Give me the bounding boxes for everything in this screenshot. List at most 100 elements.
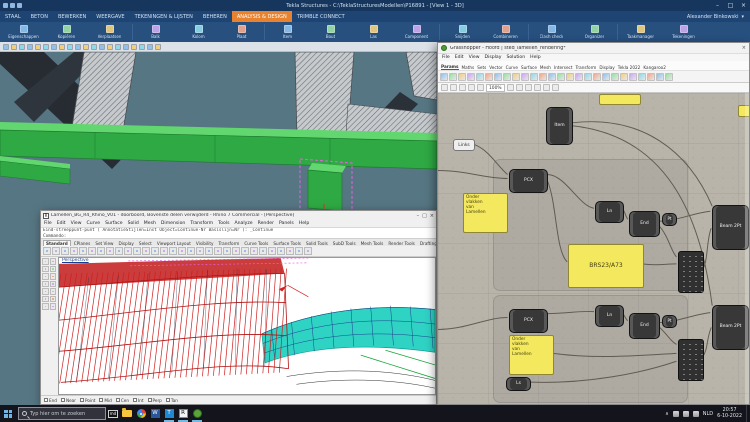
rhino-tool-icon[interactable]	[142, 247, 150, 255]
rhino-tool-icon[interactable]	[286, 247, 294, 255]
ribbon-button-tekeningen[interactable]: Tekeningen	[662, 23, 705, 41]
rhino-side-tool-icon[interactable]	[42, 258, 49, 265]
menu-solid[interactable]: Solid	[128, 221, 139, 226]
rhino-side-tool-icon[interactable]	[42, 273, 49, 280]
rhino-command-area[interactable]: Eind-streeppunt-punt ( AnnotatieStijlen=…	[41, 227, 436, 239]
snap-tool-icon[interactable]	[155, 43, 161, 50]
volume-icon[interactable]	[692, 410, 699, 417]
menu-curve[interactable]: Curve	[87, 221, 101, 226]
canvas-tool-icon[interactable]	[524, 84, 532, 91]
component-icon[interactable]	[467, 72, 475, 81]
rhino-tool-icon[interactable]	[268, 247, 276, 255]
component-icon[interactable]	[440, 72, 448, 81]
osnap-perp[interactable]: Perp	[147, 398, 162, 403]
snap-tool-icon[interactable]	[27, 43, 33, 50]
snap-tool-icon[interactable]	[99, 43, 105, 50]
snap-tool-icon[interactable]	[107, 43, 113, 50]
snap-tool-icon[interactable]	[51, 43, 57, 50]
rhino-tool-icon[interactable]	[79, 247, 87, 255]
rhino-side-tool-icon[interactable]	[42, 280, 49, 287]
redo-icon[interactable]	[17, 3, 22, 8]
grasshopper-canvas[interactable]: Links Item PCX Onder vlakken van Lamelle…	[438, 93, 749, 404]
component-icon[interactable]	[557, 72, 565, 81]
menu-help[interactable]: Help	[530, 55, 540, 60]
panel-brs[interactable]: BRS23/A73	[568, 244, 644, 288]
tekla-tab-beheren[interactable]: BEHEREN	[198, 11, 232, 22]
ribbon-button-item[interactable]: Item	[266, 23, 309, 41]
snap-tool-icon[interactable]	[123, 43, 129, 50]
component-icon[interactable]	[512, 72, 520, 81]
panel-node[interactable]	[599, 94, 641, 105]
onedrive-icon[interactable]	[672, 410, 679, 417]
ribbon-button-organizer[interactable]: Organizer	[573, 23, 616, 41]
component-icon[interactable]	[449, 72, 457, 81]
component-icon[interactable]	[575, 72, 583, 81]
snap-tool-icon[interactable]	[35, 43, 41, 50]
rhino-tool-icon[interactable]	[88, 247, 96, 255]
rhino-perspective-viewport[interactable]: Perspective	[58, 257, 436, 395]
minimize-button[interactable]: –	[417, 213, 420, 219]
tekla-tab-bewerken[interactable]: BEWERKEN	[53, 11, 91, 22]
tekla-tab-analysis-design[interactable]: ANALYSIS & DESIGN	[231, 11, 292, 22]
menu-display[interactable]: Display	[485, 55, 502, 60]
snap-tool-icon[interactable]	[83, 43, 89, 50]
component-icon[interactable]	[476, 72, 484, 81]
menu-file[interactable]: File	[442, 55, 450, 60]
menu-edit[interactable]: Edit	[57, 221, 66, 226]
start-button[interactable]	[0, 405, 16, 422]
rhino-tool-icon[interactable]	[169, 247, 177, 255]
canvas-tool-icon[interactable]	[542, 84, 550, 91]
rhino-tool-icon[interactable]	[304, 247, 312, 255]
ribbon-button-taakmanager[interactable]: Taakmanager	[619, 23, 662, 41]
menu-help[interactable]: Help	[299, 221, 309, 226]
menu-solution[interactable]: Solution	[506, 55, 525, 60]
ln-node[interactable]: Ln	[595, 305, 624, 327]
taskbar-icon-md[interactable]: md	[106, 405, 120, 422]
rhino-tool-icon[interactable]	[205, 247, 213, 255]
component-icon[interactable]	[494, 72, 502, 81]
component-icon[interactable]	[620, 72, 628, 81]
rhino-side-tool-icon[interactable]	[42, 295, 49, 302]
rhino-tool-icon[interactable]	[178, 247, 186, 255]
rhino-tool-icon[interactable]	[151, 247, 159, 255]
component-icon[interactable]	[602, 72, 610, 81]
component-icon[interactable]	[638, 72, 646, 81]
zoom-level[interactable]: 100%	[486, 83, 505, 92]
ribbon-button-snijden[interactable]: Snijden	[441, 23, 484, 41]
snap-tool-icon[interactable]	[43, 43, 49, 50]
rhino-side-tool-icon[interactable]	[42, 288, 49, 295]
snap-tool-icon[interactable]	[75, 43, 81, 50]
ln-node[interactable]: Ln	[595, 201, 624, 223]
component-icon[interactable]	[593, 72, 601, 81]
menu-render[interactable]: Render	[258, 221, 274, 226]
rhino-tool-icon[interactable]	[223, 247, 231, 255]
rhino-tool-icon[interactable]	[277, 247, 285, 255]
taskbar-icon-rhino[interactable]: R	[176, 405, 190, 422]
snap-tool-icon[interactable]	[139, 43, 145, 50]
snap-tool-icon[interactable]	[59, 43, 65, 50]
param-viewer-node[interactable]	[678, 339, 704, 381]
save-icon[interactable]	[3, 3, 8, 8]
panel-onder-vlakken[interactable]: Onder vlakken van Lamellen	[509, 335, 554, 375]
taskbar-icon-tekla[interactable]: T	[162, 405, 176, 422]
component-icon[interactable]	[485, 72, 493, 81]
component-icon[interactable]	[611, 72, 619, 81]
ribbon-button-verplaatsen[interactable]: Verplaatsen	[88, 23, 131, 41]
tray-expand-icon[interactable]: ∧	[665, 411, 669, 417]
snap-tool-icon[interactable]	[91, 43, 97, 50]
search-input[interactable]	[30, 410, 102, 417]
osnap-near[interactable]: Near	[60, 398, 76, 403]
canvas-tool-icon[interactable]	[533, 84, 541, 91]
snap-tool-icon[interactable]	[115, 43, 121, 50]
rhino-tool-icon[interactable]	[124, 247, 132, 255]
osnap-mid[interactable]: Mid	[99, 398, 112, 403]
taskbar-icon-browser[interactable]	[134, 405, 148, 422]
canvas-tool-icon[interactable]	[515, 84, 523, 91]
ribbon-button-kopi-ren[interactable]: Kopiëren	[45, 23, 88, 41]
rhino-tool-icon[interactable]	[133, 247, 141, 255]
rhino-tool-icon[interactable]	[250, 247, 258, 255]
menu-transform[interactable]: Transform	[190, 221, 213, 226]
ribbon-button-kolom[interactable]: Kolom	[177, 23, 220, 41]
menu-view[interactable]: View	[469, 55, 480, 60]
canvas-tool-icon[interactable]	[468, 84, 475, 91]
